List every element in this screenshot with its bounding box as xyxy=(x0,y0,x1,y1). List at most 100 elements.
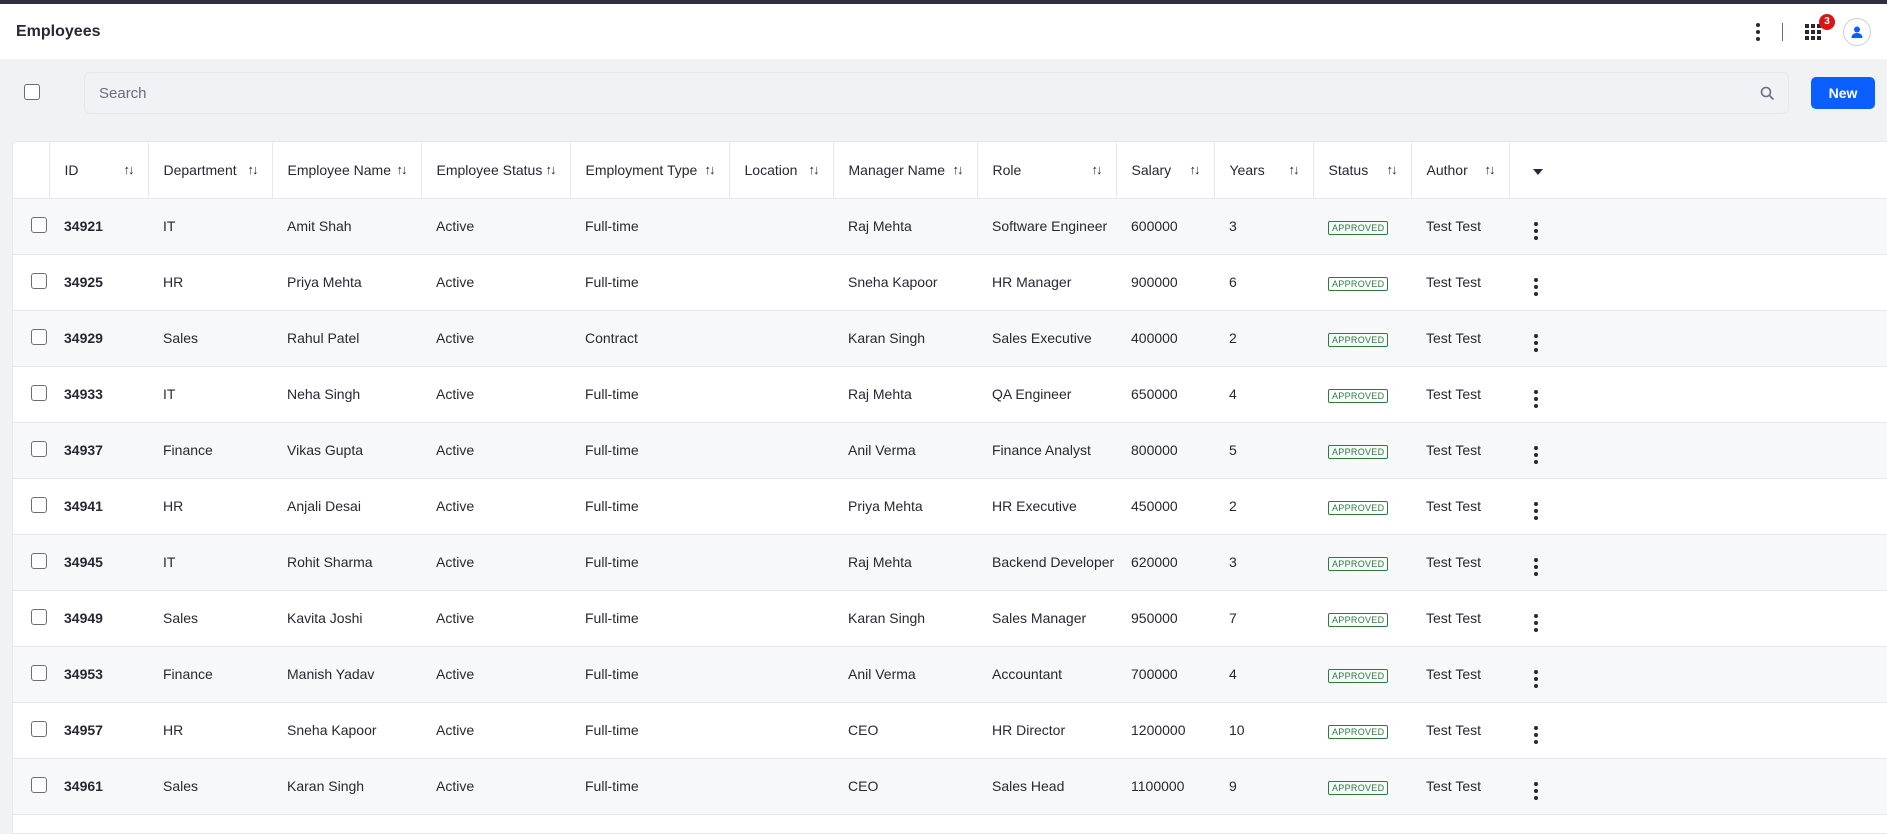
table-row[interactable]: 34949 Sales Kavita Joshi Active Full-time Kar… xyxy=(13,590,1887,647)
table-row[interactable]: 34925 HR Priya Mehta Active Full-time Sneha K… xyxy=(13,254,1887,311)
row-checkbox[interactable] xyxy=(31,664,47,681)
cell-author: Test Test xyxy=(1411,254,1509,311)
column-header[interactable]: Author ↑↓ xyxy=(1411,142,1510,199)
cell-name: Priya Mehta xyxy=(272,254,421,311)
row-actions-icon[interactable] xyxy=(1534,557,1538,576)
row-checkbox[interactable] xyxy=(31,216,47,233)
cell-location xyxy=(729,254,833,311)
status-badge: APPROVED xyxy=(1328,668,1389,683)
sort-icon[interactable]: ↑↓ xyxy=(546,162,557,177)
cell-id: 34925 xyxy=(49,254,148,311)
cell-role: HR Manager xyxy=(977,254,1116,311)
row-actions-icon[interactable] xyxy=(1534,501,1538,520)
table-row[interactable]: 34957 HR Sneha Kapoor Active Full-time CEO HR … xyxy=(13,702,1887,759)
select-all-checkbox[interactable] xyxy=(24,83,40,100)
row-actions-icon[interactable] xyxy=(1534,221,1538,240)
row-checkbox[interactable] xyxy=(31,608,47,625)
row-checkbox[interactable] xyxy=(31,384,47,401)
row-checkbox[interactable] xyxy=(31,440,47,457)
row-actions-icon[interactable] xyxy=(1534,725,1538,744)
cell-location xyxy=(729,422,833,479)
cell-name: Sneha Kapoor xyxy=(272,702,421,759)
cell-department: IT xyxy=(148,198,272,255)
cell-role: Sales Head xyxy=(977,758,1116,815)
table-row[interactable]: 34921 IT Amit Shah Active Full-time Raj Mehta… xyxy=(13,198,1887,255)
cell-status: APPROVED xyxy=(1313,310,1411,367)
column-header-label: Role xyxy=(992,161,1022,178)
row-actions-icon[interactable] xyxy=(1534,613,1538,632)
cell-employee-status: Active xyxy=(421,478,570,535)
cell-role: Backend Developer xyxy=(977,534,1116,591)
row-select-cell xyxy=(13,198,49,255)
column-header[interactable]: Manager Name ↑↓ xyxy=(833,142,978,199)
table-row[interactable]: 34961 Sales Karan Singh Active Full-time CEO S… xyxy=(13,758,1887,815)
column-header[interactable]: Employment Type ↑↓ xyxy=(570,142,730,199)
column-header[interactable]: Years ↑↓ xyxy=(1214,142,1314,199)
row-checkbox[interactable] xyxy=(31,720,47,737)
search-icon[interactable] xyxy=(1760,86,1774,100)
employees-table: ID ↑↓ Department ↑↓ Employee Name ↑↓ Employee … xyxy=(12,141,1887,834)
column-header-label: Employee Name xyxy=(287,161,392,178)
sort-icon[interactable]: ↑↓ xyxy=(705,162,716,177)
cell-location xyxy=(729,534,833,591)
row-checkbox[interactable] xyxy=(31,552,47,569)
sort-icon[interactable]: ↑↓ xyxy=(248,162,259,177)
sort-icon[interactable]: ↑↓ xyxy=(124,162,135,177)
table-row[interactable]: 34933 IT Neha Singh Active Full-time Raj Meht… xyxy=(13,366,1887,423)
sort-icon[interactable]: ↑↓ xyxy=(1092,162,1103,177)
row-checkbox[interactable] xyxy=(31,328,47,345)
column-options-header[interactable] xyxy=(1509,142,1887,199)
row-actions-icon[interactable] xyxy=(1534,277,1538,296)
apps-grid-icon[interactable]: 3 xyxy=(1805,13,1835,40)
column-header[interactable]: Employee Status ↑↓ xyxy=(421,142,571,199)
column-header[interactable]: Location ↑↓ xyxy=(729,142,834,199)
column-header[interactable]: ID ↑↓ xyxy=(49,142,149,199)
table-row[interactable]: 34941 HR Anjali Desai Active Full-time Priya … xyxy=(13,478,1887,535)
sort-icon[interactable]: ↑↓ xyxy=(953,162,964,177)
row-checkbox[interactable] xyxy=(31,776,47,793)
cell-years: 6 xyxy=(1214,254,1313,311)
cell-author: Test Test xyxy=(1411,758,1509,815)
column-header[interactable]: Status ↑↓ xyxy=(1313,142,1412,199)
notification-badge: 3 xyxy=(1819,13,1835,30)
sort-icon[interactable]: ↑↓ xyxy=(809,162,820,177)
more-options-icon[interactable] xyxy=(1756,22,1760,41)
table-row[interactable]: 34953 Finance Manish Yadav Active Full-time A… xyxy=(13,646,1887,703)
cell-role: HR Executive xyxy=(977,478,1116,535)
row-select-cell xyxy=(13,478,49,535)
app-header: Employees 3 xyxy=(0,4,1887,59)
table-row[interactable]: 34937 Finance Vikas Gupta Active Full-time An… xyxy=(13,422,1887,479)
cell-id: 34933 xyxy=(49,366,148,423)
cell-employee-status: Active xyxy=(421,758,570,815)
cell-manager: Anil Verma xyxy=(833,422,977,479)
table-row[interactable]: 34929 Sales Rahul Patel Active Contract Karan… xyxy=(13,310,1887,367)
sort-icon[interactable]: ↑↓ xyxy=(1289,162,1300,177)
table-row[interactable]: 34945 IT Rohit Sharma Active Full-time Raj Me… xyxy=(13,534,1887,591)
sort-icon[interactable]: ↑↓ xyxy=(1387,162,1398,177)
column-header[interactable]: Role ↑↓ xyxy=(977,142,1117,199)
column-header[interactable]: Department ↑↓ xyxy=(148,142,273,199)
row-checkbox[interactable] xyxy=(31,272,47,289)
cell-location xyxy=(729,590,833,647)
search-input[interactable] xyxy=(99,84,1760,102)
cell-author: Test Test xyxy=(1411,646,1509,703)
row-actions-cell xyxy=(1509,534,1887,591)
row-actions-icon[interactable] xyxy=(1534,445,1538,464)
sort-icon[interactable]: ↑↓ xyxy=(1190,162,1201,177)
sort-icon[interactable]: ↑↓ xyxy=(397,162,408,177)
column-header[interactable]: Salary ↑↓ xyxy=(1116,142,1215,199)
row-actions-icon[interactable] xyxy=(1534,333,1538,352)
caret-down-icon[interactable] xyxy=(1532,168,1543,175)
table-header-row: ID ↑↓ Department ↑↓ Employee Name ↑↓ Employee … xyxy=(13,142,1887,199)
cell-status: APPROVED xyxy=(1313,198,1411,255)
row-checkbox[interactable] xyxy=(31,496,47,513)
column-header[interactable]: Employee Name ↑↓ xyxy=(272,142,422,199)
cell-department: HR xyxy=(148,702,272,759)
user-avatar[interactable] xyxy=(1843,17,1871,46)
row-actions-icon[interactable] xyxy=(1534,781,1538,800)
cell-role: Sales Executive xyxy=(977,310,1116,367)
new-button[interactable]: New xyxy=(1811,77,1875,109)
row-actions-icon[interactable] xyxy=(1534,389,1538,408)
sort-icon[interactable]: ↑↓ xyxy=(1485,162,1496,177)
row-actions-icon[interactable] xyxy=(1534,669,1538,688)
